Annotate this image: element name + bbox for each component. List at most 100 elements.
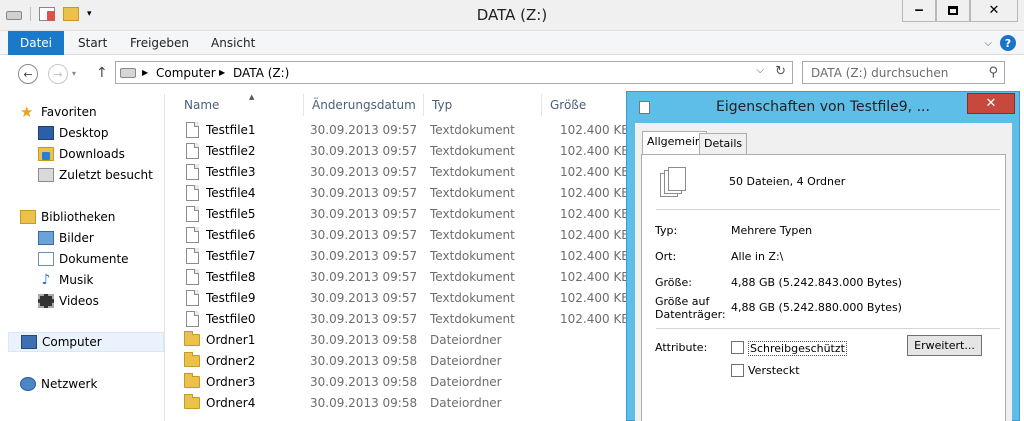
nav-label: Dokumente bbox=[59, 252, 129, 266]
hidden-checkbox[interactable] bbox=[731, 364, 744, 377]
file-date: 30.09.2013 09:58 bbox=[310, 375, 418, 389]
network-icon bbox=[20, 377, 36, 391]
text-file-icon bbox=[186, 248, 199, 264]
maximize-button[interactable] bbox=[936, 0, 970, 22]
help-icon[interactable]: ? bbox=[1000, 35, 1016, 51]
file-name: Testfile5 bbox=[206, 207, 256, 221]
size-value: 4,88 GB (5.242.843.000 Bytes) bbox=[731, 276, 902, 289]
file-type: Textdokument bbox=[430, 291, 515, 305]
nav-recent-places[interactable]: Zuletzt besucht bbox=[38, 165, 153, 185]
location-value: Alle in Z:\ bbox=[731, 250, 784, 263]
forward-button[interactable]: → bbox=[48, 64, 68, 84]
refresh-icon[interactable]: ↻ bbox=[775, 64, 786, 79]
tab-start[interactable]: Start bbox=[78, 31, 107, 55]
table-row[interactable]: Testfile6 30.09.2013 09:57 Textdokument 102… bbox=[184, 225, 630, 246]
nav-downloads[interactable]: Downloads bbox=[38, 144, 125, 164]
table-row[interactable]: Testfile8 30.09.2013 09:57 Textdokument 102… bbox=[184, 267, 630, 288]
nav-label: Computer bbox=[42, 335, 102, 349]
chevron-down-icon[interactable]: ⌵ bbox=[756, 65, 764, 76]
address-bar[interactable]: ▶ Computer ▶ DATA (Z:) ⌵ ↻ bbox=[115, 61, 793, 84]
table-row[interactable]: Ordner2 30.09.2013 09:58 Dateiordner bbox=[184, 351, 624, 372]
multiple-files-icon bbox=[660, 167, 692, 201]
window-title: DATA (Z:) bbox=[476, 6, 548, 24]
file-type: Textdokument bbox=[430, 186, 515, 200]
column-header-type[interactable]: Typ bbox=[424, 94, 542, 116]
documents-icon bbox=[38, 252, 54, 266]
nav-libraries[interactable]: Bibliotheken bbox=[20, 207, 115, 227]
file-list: Name ▲ Änderungsdatum Typ Größe Testfile… bbox=[166, 93, 630, 421]
text-file-icon bbox=[186, 290, 199, 306]
drive-icon bbox=[120, 68, 136, 78]
table-row[interactable]: Testfile7 30.09.2013 09:57 Textdokument 102… bbox=[184, 246, 630, 267]
table-row[interactable]: Testfile4 30.09.2013 09:57 Textdokument 102… bbox=[184, 183, 630, 204]
hidden-label[interactable]: Versteckt bbox=[748, 364, 800, 377]
file-date: 30.09.2013 09:57 bbox=[310, 207, 418, 221]
column-header-name[interactable]: Name ▲ bbox=[176, 93, 304, 116]
tab-allgemein[interactable]: Allgemein bbox=[642, 131, 707, 155]
breadcrumb-computer[interactable]: Computer bbox=[156, 66, 216, 80]
nav-favorites[interactable]: ★ Favoriten bbox=[20, 102, 97, 122]
readonly-checkbox[interactable] bbox=[731, 341, 744, 354]
table-row[interactable]: Testfile1 30.09.2013 09:57 Textdokument 102… bbox=[184, 120, 630, 141]
recent-places-icon bbox=[38, 168, 54, 182]
tab-details[interactable]: Details bbox=[699, 133, 748, 154]
column-header-size[interactable]: Größe bbox=[542, 94, 626, 116]
general-panel: 50 Dateien, 4 Ordner Typ: Mehrere Typen … bbox=[641, 154, 1006, 421]
dialog-body: Allgemein Details 50 Dateien, 4 Ordner T… bbox=[635, 123, 1012, 421]
table-row[interactable]: Testfile9 30.09.2013 09:57 Textdokument 102… bbox=[184, 288, 630, 309]
column-header-date[interactable]: Änderungsdatum bbox=[304, 94, 424, 116]
chevron-right-icon[interactable]: ▶ bbox=[219, 66, 225, 80]
file-name: Testfile7 bbox=[206, 249, 256, 263]
close-button[interactable]: ✕ bbox=[970, 0, 1018, 22]
file-name: Ordner1 bbox=[206, 333, 256, 347]
tab-datei[interactable]: Datei bbox=[8, 31, 64, 55]
file-type: Dateiordner bbox=[430, 333, 502, 347]
table-row[interactable]: Testfile2 30.09.2013 09:57 Textdokument 102… bbox=[184, 141, 630, 162]
table-row[interactable]: Ordner3 30.09.2013 09:58 Dateiordner bbox=[184, 372, 624, 393]
table-row[interactable]: Testfile0 30.09.2013 09:57 Textdokument 102… bbox=[184, 309, 630, 330]
back-button[interactable]: ← bbox=[18, 64, 38, 84]
disk-size-label-line1: Größe auf bbox=[655, 295, 710, 308]
nav-pictures[interactable]: Bilder bbox=[38, 228, 94, 248]
nav-documents[interactable]: Dokumente bbox=[38, 249, 129, 269]
search-icon[interactable]: ⚲ bbox=[988, 65, 998, 80]
table-row[interactable]: Testfile5 30.09.2013 09:57 Textdokument 102… bbox=[184, 204, 630, 225]
folder-icon bbox=[184, 352, 200, 367]
file-name: Testfile9 bbox=[206, 291, 256, 305]
nav-videos[interactable]: Videos bbox=[38, 291, 99, 311]
nav-music[interactable]: ♪ Musik bbox=[38, 270, 94, 290]
downloads-icon bbox=[38, 147, 54, 161]
file-size: 102.400 KB bbox=[560, 207, 630, 221]
nav-computer[interactable]: Computer bbox=[8, 332, 164, 352]
file-date: 30.09.2013 09:57 bbox=[310, 249, 418, 263]
file-date: 30.09.2013 09:57 bbox=[310, 144, 418, 158]
file-date: 30.09.2013 09:57 bbox=[310, 165, 418, 179]
sort-ascending-icon: ▲ bbox=[249, 93, 255, 101]
nav-network[interactable]: Netzwerk bbox=[20, 374, 97, 394]
tab-ansicht[interactable]: Ansicht bbox=[211, 31, 255, 55]
breadcrumb-data-drive[interactable]: DATA (Z:) bbox=[233, 66, 289, 80]
file-type: Dateiordner bbox=[430, 396, 502, 410]
chevron-right-icon[interactable]: ▶ bbox=[142, 66, 148, 80]
search-input[interactable]: DATA (Z:) durchsuchen ⚲ bbox=[802, 61, 1005, 84]
up-button[interactable]: ↑ bbox=[96, 65, 108, 81]
tab-freigeben[interactable]: Freigeben bbox=[130, 31, 189, 55]
text-file-icon bbox=[186, 311, 199, 327]
table-row[interactable]: Testfile3 30.09.2013 09:57 Textdokument 102… bbox=[184, 162, 630, 183]
expand-ribbon-icon[interactable]: ⌵ bbox=[984, 38, 992, 49]
advanced-button[interactable]: Erweitert... bbox=[907, 335, 982, 356]
table-row[interactable]: Ordner4 30.09.2013 09:58 Dateiordner bbox=[184, 393, 624, 414]
window-controls: ‒ ✕ bbox=[902, 0, 1018, 22]
readonly-label[interactable]: Schreibgeschützt bbox=[748, 341, 847, 356]
table-row[interactable]: Ordner1 30.09.2013 09:58 Dateiordner bbox=[184, 330, 624, 351]
minimize-button[interactable]: ‒ bbox=[902, 0, 936, 22]
star-icon: ★ bbox=[20, 103, 34, 121]
file-size: 102.400 KB bbox=[560, 249, 630, 263]
file-size: 102.400 KB bbox=[560, 291, 630, 305]
text-file-icon bbox=[186, 122, 199, 138]
recent-locations-icon[interactable]: ▾ bbox=[72, 69, 76, 78]
nav-desktop[interactable]: Desktop bbox=[38, 123, 109, 143]
text-file-icon bbox=[186, 227, 199, 243]
dialog-close-button[interactable]: ✕ bbox=[967, 93, 1015, 114]
file-date: 30.09.2013 09:57 bbox=[310, 270, 418, 284]
